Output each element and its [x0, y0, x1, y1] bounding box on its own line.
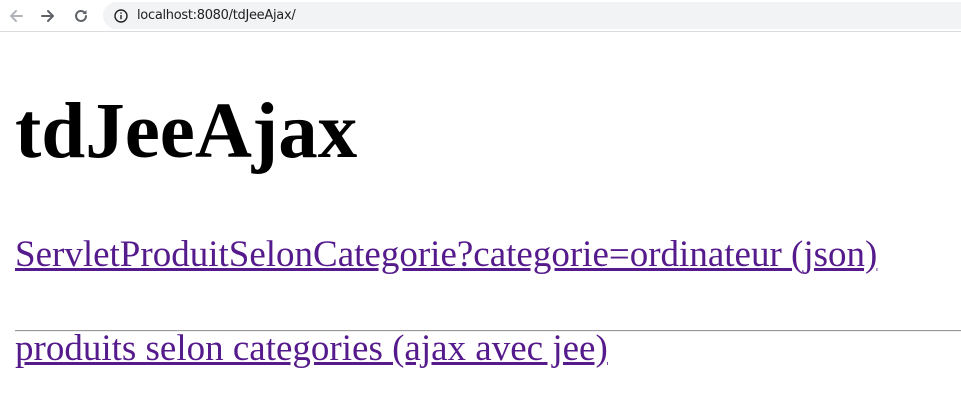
back-button[interactable] [4, 4, 28, 28]
info-icon[interactable] [113, 8, 129, 24]
arrow-left-icon [8, 8, 24, 24]
reload-icon [73, 8, 89, 24]
arrow-right-icon [40, 8, 56, 24]
browser-toolbar: localhost:8080/tdJeeAjax/ [0, 0, 961, 32]
reload-button[interactable] [69, 4, 93, 28]
servlet-json-link[interactable]: ServletProduitSelonCategorie?categorie=o… [15, 236, 877, 273]
ajax-products-link[interactable]: produits selon categories (ajax avec jee… [15, 330, 608, 367]
page-content: tdJeeAjax ServletProduitSelonCategorie?c… [0, 32, 961, 401]
page-title: tdJeeAjax [15, 88, 358, 175]
forward-button[interactable] [36, 4, 60, 28]
url-text[interactable]: localhost:8080/tdJeeAjax/ [137, 8, 296, 23]
address-bar[interactable]: localhost:8080/tdJeeAjax/ [103, 2, 961, 29]
